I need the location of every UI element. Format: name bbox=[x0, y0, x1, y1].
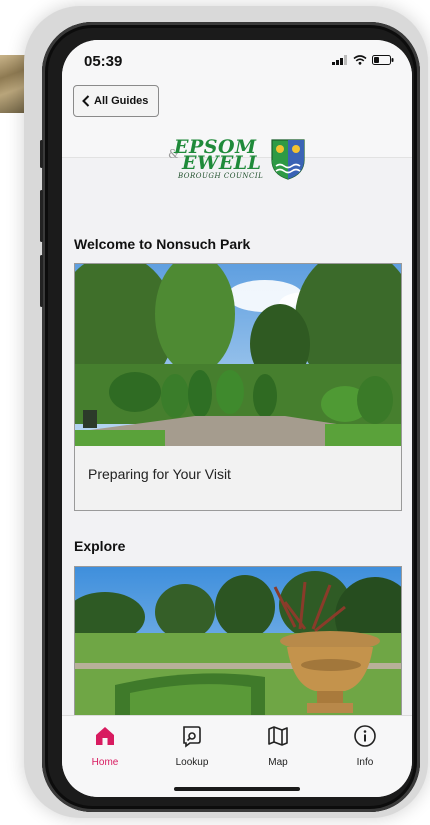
info-icon bbox=[354, 725, 376, 747]
home-icon bbox=[96, 727, 114, 745]
status-time: 05:39 bbox=[84, 53, 123, 70]
tab-lookup[interactable]: Lookup bbox=[162, 724, 222, 768]
phone-mute-switch bbox=[40, 140, 43, 168]
home-indicator bbox=[174, 787, 300, 791]
explore-section-title: Explore bbox=[74, 538, 126, 554]
phone-volume-up bbox=[40, 190, 43, 242]
map-icon bbox=[268, 726, 288, 746]
tab-home-label: Home bbox=[91, 757, 119, 768]
background-photo-fragment bbox=[0, 55, 26, 113]
preparing-visit-card[interactable]: Preparing for Your Visit bbox=[74, 263, 402, 511]
logo-ewell-text: EWELL bbox=[182, 152, 262, 174]
back-button-label: All Guides bbox=[94, 95, 149, 107]
tab-info[interactable]: Info bbox=[335, 724, 395, 768]
logo-borough-council-text: BOROUGH COUNCIL bbox=[178, 172, 264, 180]
status-icons bbox=[332, 55, 394, 65]
tab-map[interactable]: Map bbox=[248, 724, 308, 768]
park-lawn-urn-photo bbox=[75, 567, 401, 727]
battery-icon bbox=[372, 55, 394, 65]
signal-icon bbox=[332, 55, 347, 65]
tab-lookup-label: Lookup bbox=[175, 757, 209, 768]
council-shield-icon bbox=[271, 139, 305, 180]
phone-volume-down bbox=[40, 255, 43, 307]
council-logo: & EPSOM EWELL BOROUGH COUNCIL bbox=[168, 136, 308, 186]
tab-info-label: Info bbox=[356, 757, 374, 768]
chevron-left-icon bbox=[82, 95, 90, 107]
bottom-tab-bar: Home Lookup Map Info bbox=[62, 715, 412, 797]
explore-card[interactable] bbox=[74, 566, 402, 727]
park-garden-photo bbox=[75, 264, 401, 446]
all-guides-back-button[interactable]: All Guides bbox=[73, 85, 160, 117]
welcome-section-title: Welcome to Nonsuch Park bbox=[74, 236, 251, 252]
card-caption: Preparing for Your Visit bbox=[88, 466, 231, 482]
lookup-icon bbox=[183, 726, 201, 748]
status-bar: 05:39 bbox=[62, 40, 412, 82]
wifi-icon bbox=[353, 55, 367, 65]
tab-home[interactable]: Home bbox=[75, 724, 135, 768]
phone-screen: 05:39 All Guides & EPSOM EWELL BOROUGH C… bbox=[62, 40, 412, 797]
tab-map-label: Map bbox=[268, 757, 288, 768]
